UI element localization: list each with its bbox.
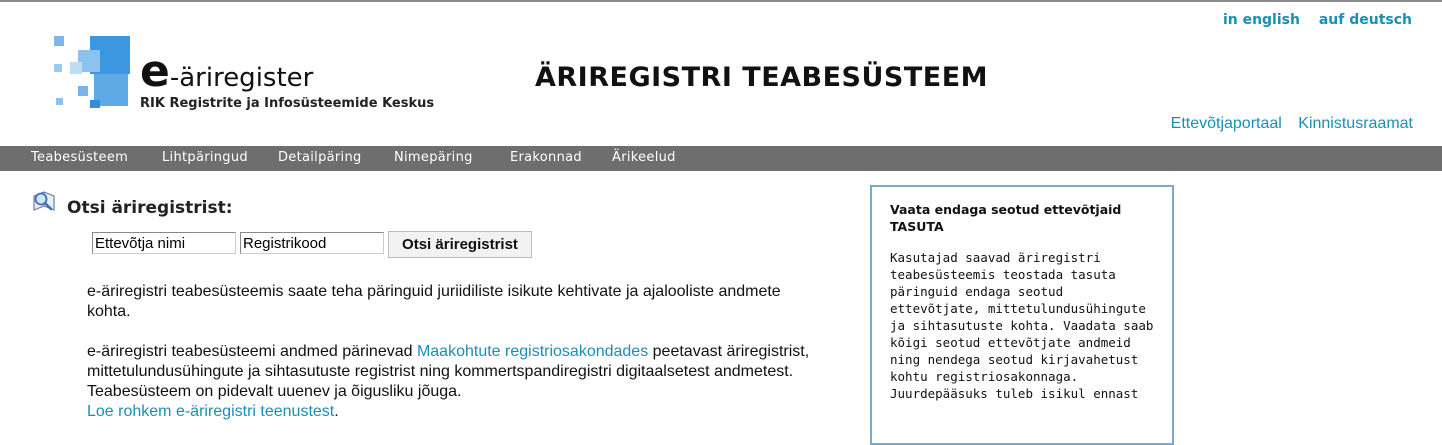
company-name-input[interactable] bbox=[92, 232, 236, 254]
infobox-text: Kasutajad saavad äriregistri teabesüstee… bbox=[890, 250, 1154, 401]
free-lookup-infobox: Vaata endaga seotud ettevõtjaid TASUTA K… bbox=[870, 185, 1174, 445]
logo-wordmark: e-äriregister bbox=[140, 46, 313, 97]
p2-text-before: e-äriregistri teabesüsteemi andmed pärin… bbox=[87, 343, 417, 360]
language-links: in english auf deutsch bbox=[1209, 12, 1412, 28]
nav-item-nimeparing[interactable]: Nimepäring bbox=[394, 150, 473, 165]
infobox-title: Vaata endaga seotud ettevõtjaid TASUTA bbox=[890, 202, 1122, 234]
nav-item-lihtparingud[interactable]: Lihtpäringud bbox=[162, 150, 248, 165]
intro-paragraph-1: e-äriregistri teabesüsteemis saate teha … bbox=[87, 283, 781, 320]
e-ariregister-logo[interactable]: e-äriregister RIK Registrite ja Infosüst… bbox=[52, 34, 442, 116]
nav-item-detailparing[interactable]: Detailpäring bbox=[278, 150, 362, 165]
nav-item-teabesusteem[interactable]: Teabesüsteem bbox=[31, 150, 128, 165]
read-more-link[interactable]: Loe rohkem e-äriregistri teenustest bbox=[87, 403, 334, 420]
search-button[interactable]: Otsi äriregistrist bbox=[388, 231, 532, 258]
nav-item-erakonnad[interactable]: Erakonnad bbox=[510, 150, 582, 165]
search-title: Otsi äriregistrist: bbox=[67, 198, 233, 218]
lang-deutsch-link[interactable]: auf deutsch bbox=[1319, 12, 1412, 28]
logo-rest: -äriregister bbox=[169, 63, 314, 93]
lang-english-link[interactable]: in english bbox=[1223, 12, 1300, 28]
magnifier-book-icon bbox=[30, 188, 58, 214]
ettevotjaportaal-link[interactable]: Ettevõtjaportaal bbox=[1171, 115, 1282, 132]
nav-item-arikeelud[interactable]: Ärikeelud bbox=[612, 150, 676, 165]
intro-paragraph-2: e-äriregistri teabesüsteemi andmed pärin… bbox=[87, 342, 817, 422]
logo-e: e bbox=[140, 46, 170, 97]
site-title: ÄRIREGISTRI TEABESÜSTEEM bbox=[535, 62, 989, 93]
portal-links: Ettevõtjaportaal Kinnistusraamat bbox=[1159, 115, 1413, 133]
registry-code-input[interactable] bbox=[240, 232, 384, 254]
logo-subtitle: RIK Registrite ja Infosüsteemide Keskus bbox=[140, 96, 435, 111]
intro-content: e-äriregistri teabesüsteemis saate teha … bbox=[87, 282, 817, 442]
main-nav-bar: Teabesüsteem Lihtpäringud Detailpäring N… bbox=[0, 146, 1442, 171]
read-more-period: . bbox=[334, 403, 339, 420]
top-border-line bbox=[0, 0, 1442, 2]
maakohtute-registriosakonnad-link[interactable]: Maakohtute registriosakondades bbox=[417, 343, 648, 360]
kinnistusraamat-link[interactable]: Kinnistusraamat bbox=[1298, 115, 1413, 132]
